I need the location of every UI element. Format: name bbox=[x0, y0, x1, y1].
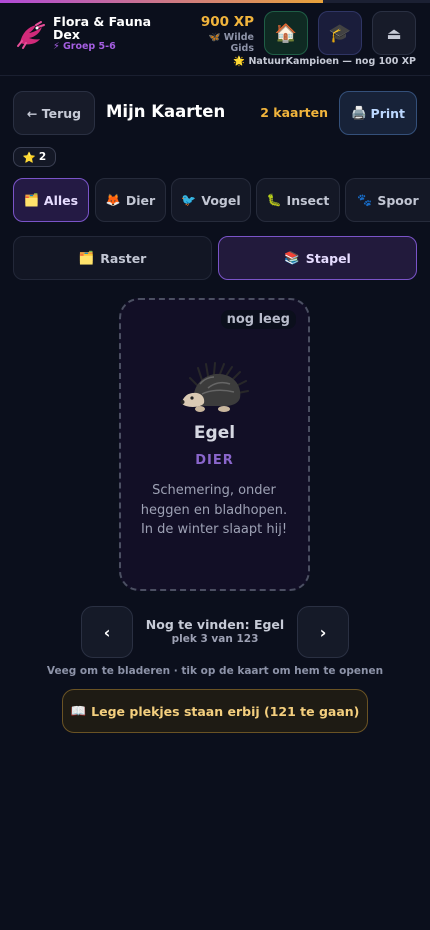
view-label: Raster bbox=[100, 250, 147, 266]
nav-title: Nog te vinden: Egel bbox=[145, 617, 285, 632]
view-label: Stapel bbox=[305, 250, 351, 266]
bird-icon: 🐦 bbox=[181, 193, 197, 207]
home-button[interactable]: 🏠 bbox=[264, 11, 308, 55]
learn-button[interactable]: 🎓 bbox=[318, 11, 362, 55]
folder-icon: 🗂️ bbox=[23, 193, 39, 207]
card-count: 2 kaarten bbox=[260, 105, 328, 120]
view-stack-button[interactable]: 📚 Stapel bbox=[218, 236, 417, 280]
chevron-right-icon: › bbox=[319, 622, 327, 642]
home-icon: 🏠 bbox=[274, 22, 298, 44]
app-header: Flora & Fauna Dex ⚡ Groep 5-6 900 XP 🦋 W… bbox=[0, 3, 430, 76]
filter-label: Vogel bbox=[201, 192, 241, 208]
graduation-cap-icon: 🎓 bbox=[328, 22, 352, 44]
page-title: Mijn Kaarten bbox=[106, 102, 226, 121]
printer-icon: 🖨️ bbox=[350, 105, 367, 120]
filter-chip-vogel[interactable]: 🐦 Vogel bbox=[171, 178, 251, 222]
hedgehog-icon bbox=[121, 362, 308, 416]
species-description: Schemering, onder heggen en bladhopen. I… bbox=[140, 483, 288, 537]
folder-icon: 🗂️ bbox=[78, 250, 95, 265]
caterpillar-icon: 🐛 bbox=[266, 193, 282, 207]
logout-button[interactable]: ⏏ bbox=[372, 11, 416, 55]
print-label: Print bbox=[370, 105, 406, 121]
filter-label: Spoor bbox=[377, 192, 419, 208]
filter-chip-dier[interactable]: 🦊 Dier bbox=[95, 178, 166, 222]
view-grid-button[interactable]: 🗂️ Raster bbox=[13, 236, 212, 280]
next-card-button[interactable]: › bbox=[297, 606, 349, 658]
empty-slots-button[interactable]: 📖 Lege plekjes staan erbij (121 te gaan) bbox=[62, 689, 368, 733]
next-level-text: NatuurKampioen — nog 100 XP bbox=[248, 56, 416, 67]
previous-card-button[interactable]: ‹ bbox=[81, 606, 133, 658]
rank-label: 🦋 Wilde Gids bbox=[184, 32, 254, 54]
back-button[interactable]: ← Terug bbox=[13, 91, 95, 135]
filter-label: Alles bbox=[43, 192, 79, 208]
filter-chip-alles[interactable]: 🗂️ Alles bbox=[13, 178, 89, 222]
eject-icon: ⏏ bbox=[386, 23, 402, 43]
filter-chip-insect[interactable]: 🐛 Insect bbox=[256, 178, 340, 222]
butterfly-icon: 🦋 bbox=[208, 32, 221, 43]
print-button[interactable]: 🖨️ Print bbox=[339, 91, 417, 135]
group-label: ⚡ Groep 5-6 bbox=[53, 41, 116, 52]
card-status-badge: nog leeg bbox=[220, 310, 296, 329]
star-icon: ⭐ bbox=[22, 151, 36, 164]
filter-label: Dier bbox=[125, 192, 156, 208]
species-card[interactable]: nog leeg Egel DIER Schemering, onder heg… bbox=[119, 298, 310, 591]
xp-total: 900 XP bbox=[200, 14, 254, 30]
group-name: Groep 5-6 bbox=[62, 41, 116, 52]
species-type: DIER bbox=[195, 453, 234, 468]
chevron-left-icon: ‹ bbox=[103, 622, 111, 642]
filter-chip-spoor[interactable]: 🐾 Spoor bbox=[345, 178, 430, 222]
books-icon: 📚 bbox=[284, 250, 300, 265]
filter-label: Insect bbox=[286, 192, 330, 208]
swipe-hint: Veeg om te bladeren · tik op de kaart om… bbox=[46, 665, 384, 677]
app-logo bbox=[14, 17, 48, 51]
fox-icon: 🦊 bbox=[105, 193, 121, 207]
star-count: 2 bbox=[38, 151, 47, 163]
star-badge: ⭐ 2 bbox=[13, 147, 56, 167]
star-icon: 🌟 bbox=[233, 56, 246, 67]
nav-position: plek 3 van 123 bbox=[171, 633, 259, 645]
app-title: Flora & Fauna Dex bbox=[53, 14, 152, 42]
lightning-icon: ⚡ bbox=[53, 41, 60, 52]
empty-slots-label: Lege plekjes staan erbij (121 te gaan) bbox=[91, 703, 360, 719]
species-name: Egel bbox=[193, 423, 236, 443]
paw-prints-icon: 🐾 bbox=[357, 193, 373, 207]
next-level-info: 🌟 NatuurKampioen — nog 100 XP bbox=[233, 56, 416, 67]
rank-name: Wilde Gids bbox=[223, 32, 254, 54]
book-icon: 📖 bbox=[70, 703, 87, 718]
